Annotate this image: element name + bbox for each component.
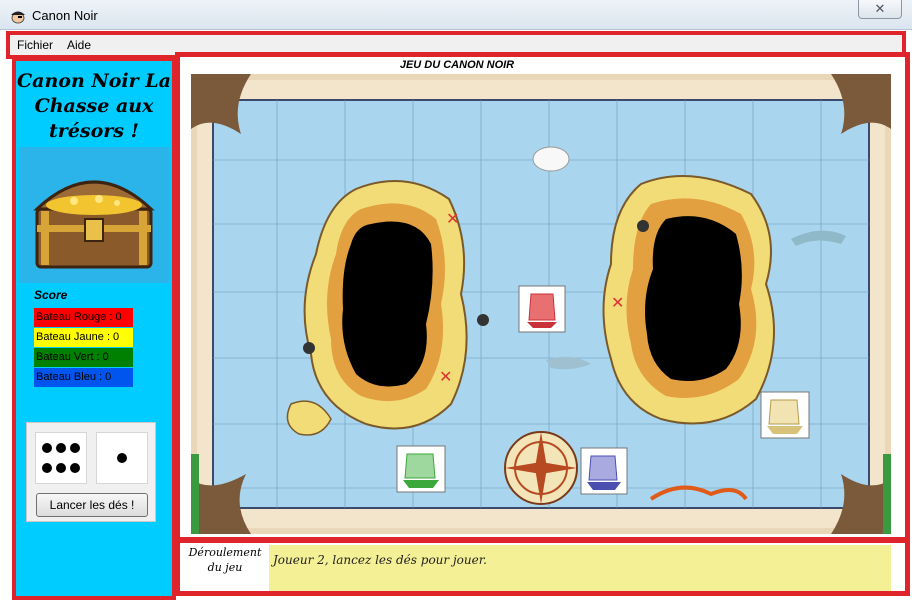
svg-text:✕: ✕ <box>446 209 459 228</box>
score-blue: Bateau Bleu : 0 <box>34 368 133 387</box>
board-frame: JEU DU CANON NOIR ✕ ✕ ✕ <box>175 52 910 542</box>
game-title: Canon Noir La Chasse aux trésors ! <box>17 70 171 142</box>
score-red: Bateau Rouge : 0 <box>34 308 133 327</box>
score-green: Bateau Vert : 0 <box>34 348 133 367</box>
score-yellow: Bateau Jaune : 0 <box>34 328 133 347</box>
menu-aide[interactable]: Aide <box>67 38 91 52</box>
menu-fichier[interactable]: Fichier <box>17 38 53 52</box>
window-title: Canon Noir <box>32 8 98 23</box>
ship-red[interactable] <box>518 285 566 333</box>
compass-rose-icon <box>504 431 578 505</box>
game-log-message: Joueur 2, lancez les dés pour jouer. <box>269 545 891 591</box>
game-board[interactable]: ✕ ✕ ✕ <box>191 74 891 534</box>
score-label: Score <box>34 288 68 302</box>
ship-yellow[interactable] <box>760 391 810 439</box>
game-log-panel: Déroulement du jeu Joueur 2, lancez les … <box>175 538 910 596</box>
dice-panel: Lancer les dés ! <box>26 422 156 522</box>
title-bar: Canon Noir ✕ <box>0 0 912 30</box>
die-one <box>96 432 148 484</box>
die-six <box>35 432 87 484</box>
close-button[interactable]: ✕ <box>858 0 902 19</box>
treasure-chest-image <box>19 147 169 283</box>
ship-green[interactable] <box>396 445 446 493</box>
game-log-label: Déroulement du jeu <box>188 546 262 574</box>
pirate-icon <box>11 11 25 24</box>
ship-blue[interactable] <box>580 447 628 495</box>
svg-text:✕: ✕ <box>439 367 452 386</box>
sidebar: Canon Noir La Chasse aux trésors ! Score… <box>12 57 176 600</box>
roll-dice-button[interactable]: Lancer les dés ! <box>36 493 148 517</box>
svg-text:✕: ✕ <box>611 293 624 312</box>
board-heading: JEU DU CANON NOIR <box>399 59 515 71</box>
